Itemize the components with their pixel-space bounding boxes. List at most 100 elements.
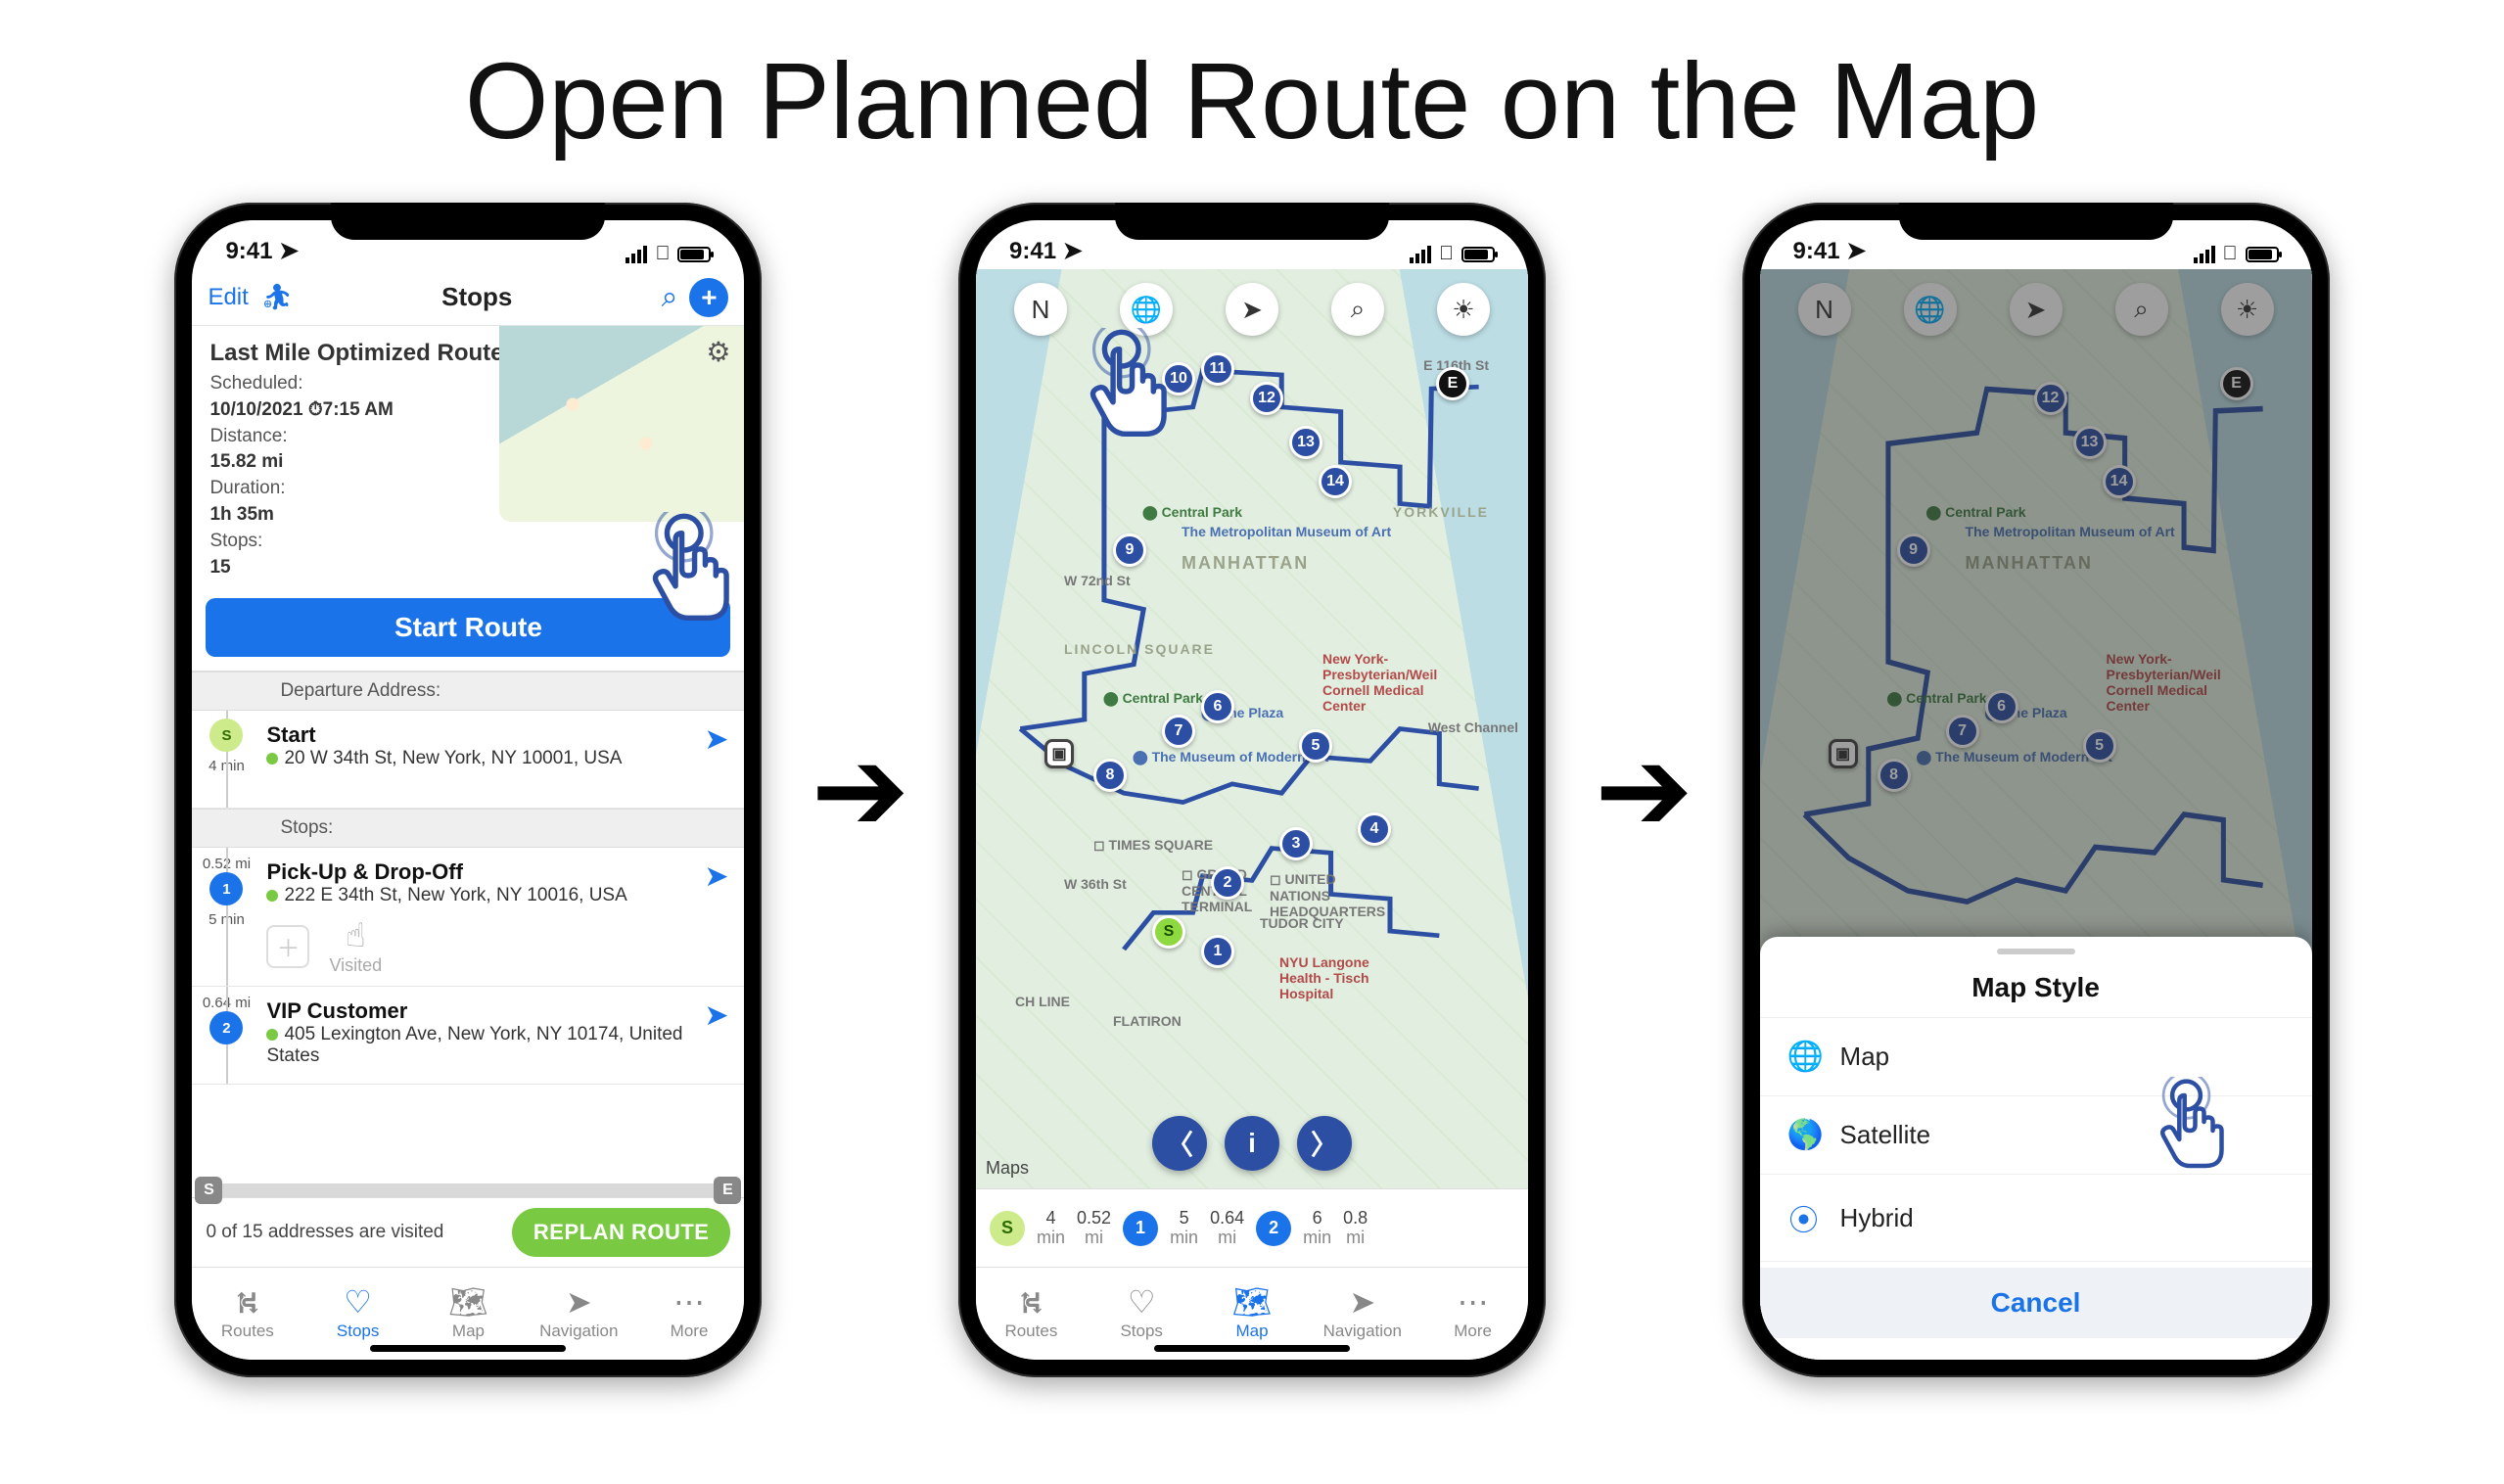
- map-pin-11[interactable]: 11: [1201, 352, 1234, 386]
- map-pin-13: 13: [2073, 426, 2107, 459]
- map-pin-9[interactable]: 9: [1113, 533, 1146, 567]
- poi-nypmc: New York-Presbyterian/Weil Cornell Medic…: [1322, 651, 1469, 714]
- stops-icon: ♡: [344, 1286, 372, 1318]
- routes-icon: ⛕: [236, 1286, 259, 1318]
- replan-route-button[interactable]: REPLAN ROUTE: [512, 1208, 731, 1257]
- globe-icon: 🌐: [1787, 1040, 1821, 1074]
- map-pin-end[interactable]: E: [1436, 367, 1469, 400]
- nav-routes[interactable]: ⛕Routes: [976, 1268, 1087, 1360]
- map-pin-14: 14: [2103, 465, 2136, 498]
- weather-button[interactable]: ☀︎: [1437, 283, 1490, 336]
- stop-name: Start: [266, 722, 734, 748]
- map-style-option-map[interactable]: 🌐 Map: [1760, 1018, 2312, 1096]
- route-summary-card: ⚙ Last Mile Optimized Route Scheduled: 1…: [192, 326, 744, 672]
- signal-icon: [2194, 246, 2215, 263]
- poi-westchannel: West Channel: [1428, 719, 1518, 735]
- next-stop-button[interactable]: 〉: [1297, 1116, 1352, 1171]
- nav-routes[interactable]: ⛕Routes: [192, 1268, 302, 1360]
- poi-times-sq: ◻ TIMES SQUARE: [1093, 837, 1213, 854]
- sheet-grab-handle[interactable]: [1997, 949, 2075, 954]
- map-pin-6[interactable]: 6: [1201, 690, 1234, 723]
- map-pin-4[interactable]: 4: [1358, 812, 1391, 846]
- poi-central-park: ⬤ Central Park: [1926, 504, 2026, 521]
- wifi-icon: 􀙇: [2223, 243, 2238, 265]
- person-pin-icon[interactable]: ⛹︎: [260, 282, 293, 312]
- search-button[interactable]: ⌕: [1331, 283, 1384, 336]
- more-icon: ⋯: [1458, 1286, 1489, 1318]
- more-icon: ⋯: [673, 1286, 705, 1318]
- slider-end-cap: E: [714, 1177, 741, 1204]
- hybrid-icon: ⦿: [1787, 1196, 1821, 1239]
- signal-icon: [1410, 246, 1431, 263]
- search-icon[interactable]: ⌕: [662, 281, 678, 314]
- option-label: Hybrid: [1840, 1203, 1914, 1233]
- stop-name: Pick-Up & Drop-Off: [266, 859, 734, 885]
- add-note-icon[interactable]: ＋: [266, 925, 309, 968]
- phone-stops-screen: 9:41 ➤ 􀙇 Edit ⛹︎ Stops ⌕ + ⚙: [174, 203, 762, 1377]
- route-map[interactable]: MANHATTAN YORKVILLE LINCOLN SQUARE ⬤ Cen…: [976, 269, 1528, 1188]
- map-action-buttons-dim: N 🌐 ➤ ⌕ ☀︎: [1760, 283, 2312, 336]
- phone-map-style-sheet: 9:41 ➤ 􀙇 MANHATTAN ⬤ C: [1742, 203, 2330, 1377]
- scheduled-label: Scheduled:: [209, 373, 302, 394]
- map-pin-12[interactable]: 12: [1250, 382, 1283, 415]
- home-indicator: [1154, 1345, 1350, 1352]
- option-label: Map: [1840, 1042, 1890, 1072]
- map-pin-2[interactable]: 2: [1211, 866, 1244, 900]
- stop-row-start[interactable]: S 4 min ➤ Start 20 W 34th St, New York, …: [192, 711, 744, 809]
- map-pin-7: 7: [1946, 715, 1979, 748]
- map-stop-ticker[interactable]: S 4min 0.52mi 1 5min 0.64mi 2 6min 0.8mi: [976, 1188, 1528, 1267]
- map-pin-9: 9: [1897, 533, 1930, 567]
- locate-button[interactable]: ➤: [1226, 283, 1278, 336]
- map-pin-5[interactable]: 5: [1299, 729, 1332, 763]
- stop-address: 20 W 34th St, New York, NY 10001, USA: [284, 748, 622, 768]
- fingerprint-icon[interactable]: ☝︎: [346, 916, 366, 955]
- map-label-lincoln: LINCOLN SQUARE: [1064, 641, 1215, 657]
- routes-icon: ⛕: [1019, 1286, 1043, 1318]
- navigate-icon[interactable]: ➤: [704, 859, 728, 894]
- search-button: ⌕: [2115, 283, 2168, 336]
- stop-row-1[interactable]: 0.52 mi 1 5 min ➤ Pick-Up & Drop-Off 222…: [192, 848, 744, 987]
- map-icon: 🗺︎: [448, 1286, 488, 1318]
- map-pin-8[interactable]: 8: [1093, 759, 1127, 792]
- nav-more[interactable]: ⋯More: [1417, 1268, 1528, 1360]
- progress-slider[interactable]: S E: [197, 1183, 739, 1197]
- wifi-icon: 􀙇: [655, 243, 670, 265]
- stop-dist: 0.64 mi: [203, 995, 251, 1011]
- compass-button[interactable]: N: [1014, 283, 1067, 336]
- poi-nypmc: New York-Presbyterian/Weil Cornell Medic…: [2107, 651, 2253, 714]
- start-route-button[interactable]: Start Route: [206, 598, 730, 657]
- poi-nyulh: NYU Langone Health - Tisch Hospital: [1279, 954, 1407, 1001]
- map-pin-14[interactable]: 14: [1319, 465, 1352, 498]
- navigate-icon[interactable]: ➤: [704, 998, 728, 1033]
- sheet-cancel-button[interactable]: Cancel: [1760, 1268, 2312, 1338]
- stop-row-2[interactable]: 0.64 mi 2 ➤ VIP Customer 405 Lexington A…: [192, 987, 744, 1085]
- navigate-icon[interactable]: ➤: [704, 722, 728, 757]
- add-stop-button[interactable]: +: [689, 278, 728, 317]
- edit-button[interactable]: Edit: [208, 284, 248, 311]
- stops-list[interactable]: Departure Address: S 4 min ➤ Start 20 W …: [192, 672, 744, 1183]
- map-box-marker[interactable]: ▣: [1044, 739, 1074, 768]
- map-pin-10[interactable]: 10: [1162, 362, 1195, 395]
- map-pin-7[interactable]: 7: [1162, 715, 1195, 748]
- map-pin-5: 5: [2083, 729, 2116, 763]
- ticker-stop-1: 1: [1123, 1211, 1158, 1246]
- home-indicator: [370, 1345, 566, 1352]
- map-pin-1[interactable]: 1: [1201, 935, 1234, 968]
- map-style-option-hybrid[interactable]: ⦿ Hybrid: [1760, 1175, 2312, 1262]
- duration-value: 1h 35m: [209, 504, 273, 525]
- map-pin-3[interactable]: 3: [1279, 827, 1313, 860]
- map-pin-8: 8: [1878, 759, 1911, 792]
- prev-stop-button[interactable]: 〈: [1152, 1116, 1207, 1171]
- gear-icon[interactable]: ⚙: [706, 336, 730, 368]
- map-pin-13[interactable]: 13: [1289, 426, 1322, 459]
- nav-more[interactable]: ⋯More: [634, 1268, 745, 1360]
- stop-dist: 0.52 mi: [203, 856, 251, 872]
- stop-info-button[interactable]: i: [1225, 1116, 1279, 1171]
- flow-arrow-icon: ➔: [1595, 722, 1693, 858]
- map-style-option-satellite[interactable]: 🌎 Satellite: [1760, 1096, 2312, 1175]
- map-style-button[interactable]: 🌐: [1120, 283, 1173, 336]
- visited-label: Visited: [329, 955, 382, 976]
- map-action-buttons: N 🌐 ➤ ⌕ ☀︎: [976, 283, 1528, 336]
- map-pin-start[interactable]: S: [1152, 915, 1185, 949]
- stop-navigator: 〈 i 〉: [1152, 1116, 1352, 1171]
